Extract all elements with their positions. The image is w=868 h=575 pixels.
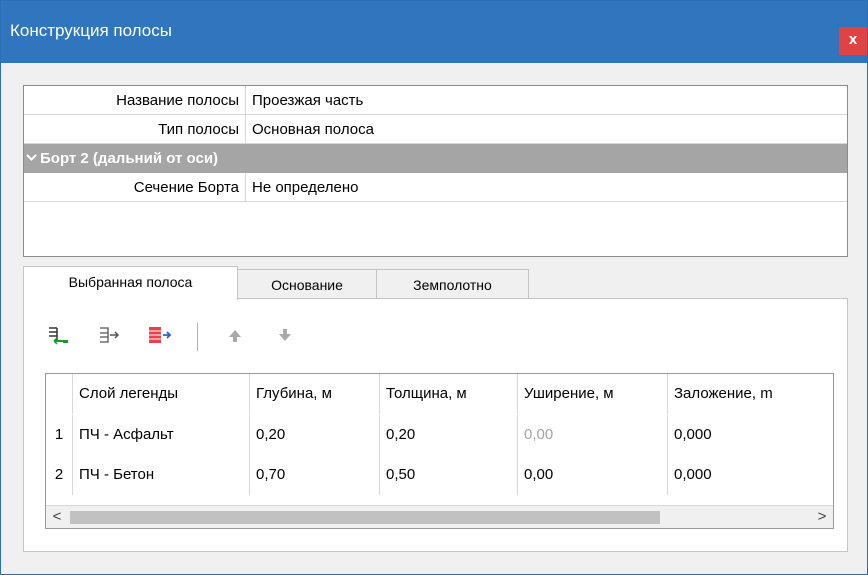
property-grid: Название полосы Проезжая часть Тип полос… [23, 85, 848, 257]
property-name: Название полосы [24, 86, 246, 115]
column-header-widening[interactable]: Уширение, м [518, 374, 668, 414]
property-value[interactable]: Не определено [252, 173, 358, 202]
property-value[interactable]: Основная полоса [252, 115, 374, 144]
insert-row-icon[interactable] [45, 319, 75, 351]
chevron-down-icon[interactable] [26, 144, 37, 173]
column-header-slope[interactable]: Заложение, m [668, 374, 833, 414]
widening-cell: 0,00 [518, 415, 668, 455]
tab-subgrade[interactable]: Земполотно [376, 269, 529, 299]
thickness-cell[interactable]: 0,20 [380, 415, 518, 455]
group-label: Борт 2 (дальний от оси) [40, 150, 219, 167]
property-row-lane-type[interactable]: Тип полосы Основная полоса [24, 115, 847, 144]
row-number: 2 [46, 455, 73, 495]
horizontal-scrollbar[interactable]: < > [46, 505, 833, 528]
dialog-window: Конструкция полосы x Название полосы Про… [0, 0, 868, 575]
column-header-layer[interactable]: Слой легенды [73, 374, 250, 414]
toolbar-separator [197, 323, 198, 351]
layer-cell[interactable]: ПЧ - Бетон [73, 455, 250, 495]
row-number: 1 [46, 415, 73, 455]
depth-cell[interactable]: 0,20 [250, 415, 380, 455]
property-group-header[interactable]: Борт 2 (дальний от оси) [24, 144, 847, 173]
column-header-depth[interactable]: Глубина, м [250, 374, 380, 414]
add-row-icon[interactable] [95, 319, 125, 351]
property-row-lane-name[interactable]: Название полосы Проезжая часть [24, 86, 847, 115]
layers-table: Слой легенды Глубина, м Толщина, м Ушире… [45, 373, 834, 529]
add-layer-icon[interactable] [145, 319, 175, 351]
layers-toolbar [45, 319, 345, 355]
move-up-icon[interactable] [220, 319, 250, 351]
window-title: Конструкция полосы [10, 21, 172, 40]
scroll-left-button[interactable]: < [46, 506, 68, 528]
widening-cell[interactable]: 0,00 [518, 455, 668, 495]
property-name: Сечение Борта [24, 173, 246, 202]
title-bar[interactable]: Конструкция полосы x [1, 1, 867, 63]
tab-strip: Выбранная полоса Основание Земполотно [23, 266, 848, 300]
property-row-curb-section[interactable]: Сечение Борта Не определено [24, 173, 847, 202]
column-header-thickness[interactable]: Толщина, м [380, 374, 518, 414]
thickness-cell[interactable]: 0,50 [380, 455, 518, 495]
slope-cell[interactable]: 0,000 [668, 415, 833, 455]
tab-selected-lane[interactable]: Выбранная полоса [23, 266, 238, 300]
layer-cell[interactable]: ПЧ - Асфальт [73, 415, 250, 455]
scrollbar-thumb[interactable] [70, 511, 660, 524]
scroll-right-button[interactable]: > [811, 506, 833, 528]
slope-cell[interactable]: 0,000 [668, 455, 833, 495]
move-down-icon[interactable] [270, 319, 300, 351]
close-button[interactable]: x [839, 27, 867, 55]
column-header-number [46, 374, 73, 414]
depth-cell[interactable]: 0,70 [250, 455, 380, 495]
property-value[interactable]: Проезжая часть [252, 86, 363, 115]
property-name: Тип полосы [24, 115, 246, 144]
tab-base[interactable]: Основание [237, 269, 377, 299]
